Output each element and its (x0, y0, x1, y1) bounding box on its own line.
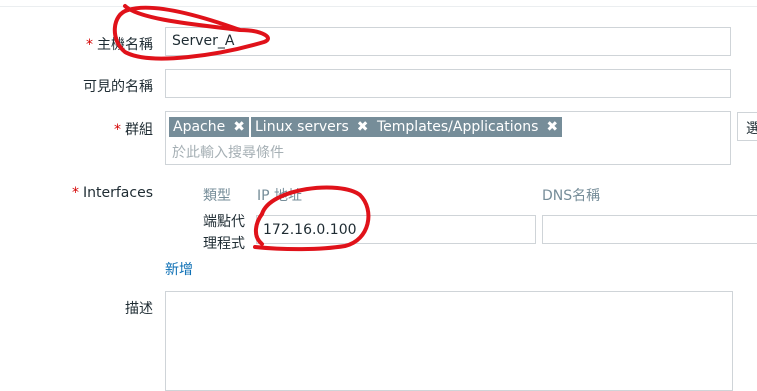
top-divider (0, 6, 757, 7)
required-star: * (86, 37, 93, 53)
groups-search-placeholder[interactable]: 於此輸入搜尋條件 (172, 142, 284, 162)
description-textarea[interactable] (165, 291, 733, 391)
groups-select-button[interactable]: 選擇 (737, 112, 757, 141)
visible-name-label: 可見的名稱 (83, 79, 153, 95)
add-interface-link[interactable]: 新增 (165, 259, 193, 279)
group-tag-apache: Apache ✖ (169, 117, 249, 137)
visible-name-input[interactable] (165, 69, 731, 98)
interface-type-header: 類型 (203, 188, 231, 204)
interfaces-label: * Interfaces (72, 185, 153, 201)
groups-label: * 群組 (114, 122, 153, 138)
host-name-label: * 主機名稱 (86, 37, 153, 53)
remove-tag-icon[interactable]: ✖ (546, 119, 558, 135)
interface-type-agent: 端點代 理程式 (203, 211, 245, 255)
interface-dns-input[interactable] (542, 215, 757, 244)
remove-tag-icon[interactable]: ✖ (357, 119, 369, 135)
group-tag-linux-servers: Linux servers ✖ (251, 117, 373, 137)
interface-dns-header: DNS名稱 (542, 188, 601, 204)
interface-type-line1: 端點代 (203, 214, 245, 230)
description-label: 描述 (125, 301, 153, 317)
host-name-input[interactable]: Server_A (165, 27, 731, 56)
interface-ip-header: IP 地址 (257, 188, 303, 204)
interface-type-line2: 理程式 (203, 236, 245, 252)
groups-multiselect[interactable]: Apache ✖ Linux servers ✖ Templates/Applica… (165, 111, 731, 165)
host-name-value: Server_A (172, 33, 235, 49)
group-tag-templates-applications: Templates/Applications ✖ (373, 117, 563, 137)
remove-tag-icon[interactable]: ✖ (233, 119, 245, 135)
interface-ip-input[interactable]: 172.16.0.100 (256, 215, 536, 244)
